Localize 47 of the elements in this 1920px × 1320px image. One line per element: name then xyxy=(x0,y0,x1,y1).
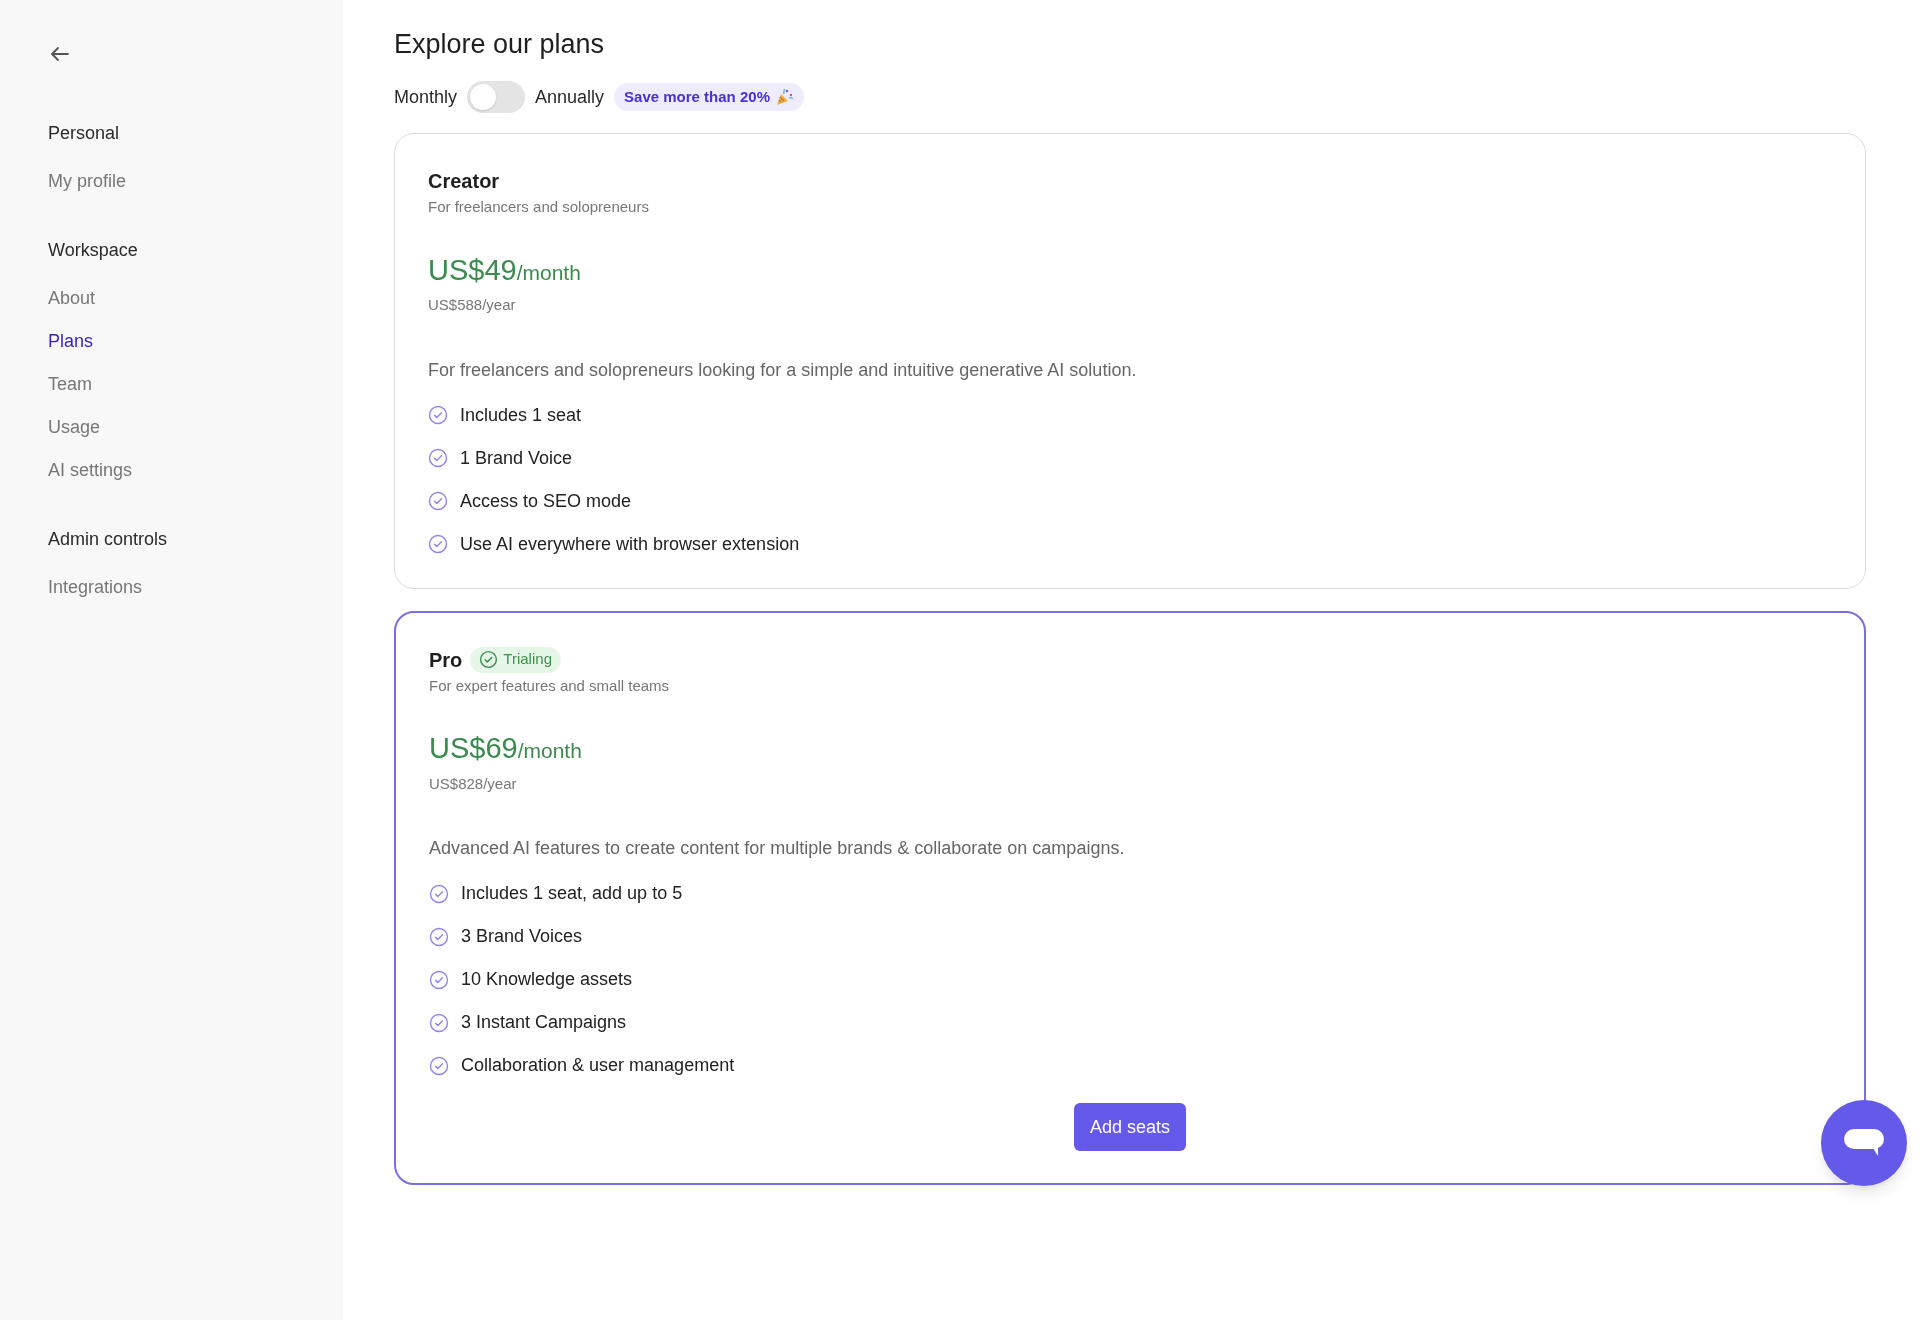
plan-subtitle: For expert features and small teams xyxy=(429,675,671,696)
yearly-price: US$828/year xyxy=(429,773,518,794)
plan-name: Pro xyxy=(429,647,463,673)
check-circle-icon xyxy=(429,1055,449,1076)
billing-toggle[interactable] xyxy=(467,81,526,113)
check-circle-icon xyxy=(428,534,448,554)
check-circle-icon xyxy=(429,883,449,904)
sidebar-item[interactable]: Plans xyxy=(48,330,94,352)
sidebar-heading: Personal xyxy=(48,122,121,144)
plan-name: Creator xyxy=(428,169,500,194)
feature-text: Includes 1 seat xyxy=(460,403,582,427)
plan-description: For freelancers and solopreneurs looking for a simple and intuitive generative AI solution. xyxy=(428,358,1138,382)
promo-badge: Save more than 20% xyxy=(614,83,804,111)
check-circle-icon xyxy=(429,926,449,947)
sidebar-item[interactable]: About xyxy=(48,287,96,309)
check-circle-icon xyxy=(428,491,448,511)
sidebar-item[interactable]: My profile xyxy=(48,170,127,192)
plan-subtitle: For freelancers and solopreneurs xyxy=(428,197,650,217)
feature-text: 3 Brand Voices xyxy=(461,925,583,948)
sidebar-item[interactable]: AI settings xyxy=(48,459,133,481)
feature-text: 3 Instant Campaigns xyxy=(461,1011,627,1034)
sidebar-heading: Admin controls xyxy=(48,528,169,550)
check-circle-icon xyxy=(428,405,448,425)
feature-text: Use AI everywhere with browser extension xyxy=(460,532,800,556)
party-popper-icon xyxy=(774,87,794,107)
check-circle-icon xyxy=(429,1012,449,1033)
plan-description: Advanced AI features to create content for multiple brands & collaborate on campaigns. xyxy=(429,837,1126,860)
annually-label: Annually xyxy=(535,85,605,109)
yearly-price: US$588/year xyxy=(428,295,517,315)
sidebar-item[interactable]: Team xyxy=(48,373,92,395)
feature-text: Includes 1 seat, add up to 5 xyxy=(461,882,683,905)
check-circle-icon xyxy=(428,448,448,468)
page-title: Explore our plans xyxy=(394,28,606,60)
plan-price: US$49/month xyxy=(428,252,582,288)
status-badge: Trialing xyxy=(470,646,561,673)
add-seats-button[interactable]: Add seats xyxy=(1073,1103,1187,1151)
sidebar-item[interactable]: Usage xyxy=(48,416,101,438)
check-circle-icon xyxy=(479,650,499,669)
plan-price: US$69/month xyxy=(429,731,583,766)
feature-text: 1 Brand Voice xyxy=(460,446,573,470)
feature-text: Access to SEO mode xyxy=(460,489,632,513)
check-circle-icon xyxy=(429,969,449,990)
feature-text: 10 Knowledge assets xyxy=(461,968,633,991)
sidebar-item[interactable]: Integrations xyxy=(48,576,143,598)
monthly-label: Monthly xyxy=(394,85,458,109)
sidebar-heading: Workspace xyxy=(48,239,139,261)
feature-text: Collaboration & user management xyxy=(461,1054,735,1077)
